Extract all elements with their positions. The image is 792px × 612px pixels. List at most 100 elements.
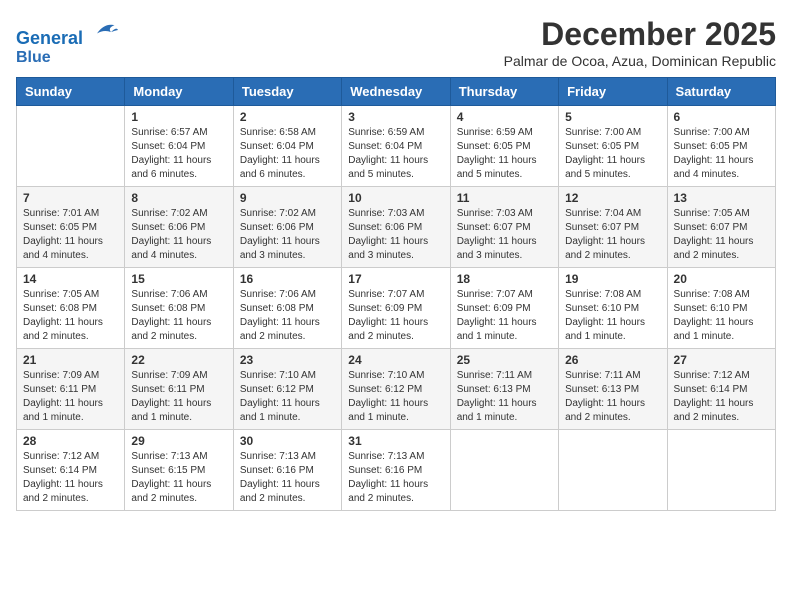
day-info: Sunrise: 7:08 AMSunset: 6:10 PMDaylight:…	[565, 288, 660, 344]
calendar-cell: 24Sunrise: 7:10 AMSunset: 6:12 PMDayligh…	[342, 349, 450, 430]
day-info: Sunrise: 7:11 AMSunset: 6:13 PMDaylight:…	[457, 369, 552, 425]
calendar-header-row: SundayMondayTuesdayWednesdayThursdayFrid…	[17, 78, 776, 106]
day-info: Sunrise: 7:06 AMSunset: 6:08 PMDaylight:…	[240, 288, 335, 344]
calendar-cell: 11 Sunrise: 7:03 AMSunset: 6:07 PMDayligh…	[450, 187, 558, 268]
day-number: 23	[240, 353, 335, 367]
calendar-cell: 25 Sunrise: 7:11 AMSunset: 6:13 PMDayligh…	[450, 349, 558, 430]
day-info: Sunrise: 7:09 AMSunset: 6:11 PMDaylight:…	[23, 369, 118, 425]
day-number: 15	[131, 272, 226, 286]
day-number: 4	[457, 110, 552, 124]
page-header: General Blue December 2025 Palmar de Oco…	[16, 16, 776, 69]
day-header-friday: Friday	[559, 78, 667, 106]
day-header-sunday: Sunday	[17, 78, 125, 106]
day-info: Sunrise: 7:11 AMSunset: 6:13 PMDaylight:…	[565, 369, 660, 425]
day-number: 2	[240, 110, 335, 124]
day-info: Sunrise: 7:00 AMSunset: 6:05 PMDaylight:…	[565, 126, 660, 182]
day-number: 14	[23, 272, 118, 286]
day-info: Sunrise: 7:06 AMSunset: 6:08 PMDaylight:…	[131, 288, 226, 344]
day-number: 1	[131, 110, 226, 124]
day-info: Sunrise: 6:59 AMSunset: 6:04 PMDaylight:…	[348, 126, 443, 182]
calendar-cell: 4 Sunrise: 6:59 AMSunset: 6:05 PMDaylight…	[450, 106, 558, 187]
day-number: 18	[457, 272, 552, 286]
calendar-cell: 30 Sunrise: 7:13 AMSunset: 6:16 PMDayligh…	[233, 430, 341, 511]
day-info: Sunrise: 7:02 AMSunset: 6:06 PMDaylight:…	[240, 207, 335, 263]
day-number: 17	[348, 272, 443, 286]
calendar-week-2: 7Sunrise: 7:01 AMSunset: 6:05 PMDaylight…	[17, 187, 776, 268]
calendar-cell: 28Sunrise: 7:12 AMSunset: 6:14 PMDayligh…	[17, 430, 125, 511]
day-number: 21	[23, 353, 118, 367]
day-number: 31	[348, 434, 443, 448]
day-info: Sunrise: 7:03 AMSunset: 6:06 PMDaylight:…	[348, 207, 443, 263]
day-info: Sunrise: 7:01 AMSunset: 6:05 PMDaylight:…	[23, 207, 118, 263]
logo: General Blue	[16, 16, 118, 66]
day-number: 26	[565, 353, 660, 367]
calendar-cell: 5Sunrise: 7:00 AMSunset: 6:05 PMDaylight…	[559, 106, 667, 187]
calendar-cell: 2 Sunrise: 6:58 AMSunset: 6:04 PMDaylight…	[233, 106, 341, 187]
day-number: 28	[23, 434, 118, 448]
day-info: Sunrise: 6:57 AMSunset: 6:04 PMDaylight:…	[131, 126, 226, 182]
day-number: 13	[674, 191, 769, 205]
calendar-cell: 1 Sunrise: 6:57 AMSunset: 6:04 PMDaylight…	[125, 106, 233, 187]
day-number: 29	[131, 434, 226, 448]
location-title: Palmar de Ocoa, Azua, Dominican Republic	[504, 53, 776, 69]
day-info: Sunrise: 7:04 AMSunset: 6:07 PMDaylight:…	[565, 207, 660, 263]
day-header-saturday: Saturday	[667, 78, 775, 106]
calendar-week-5: 28Sunrise: 7:12 AMSunset: 6:14 PMDayligh…	[17, 430, 776, 511]
day-info: Sunrise: 7:08 AMSunset: 6:10 PMDaylight:…	[674, 288, 769, 344]
day-header-tuesday: Tuesday	[233, 78, 341, 106]
logo-text: General	[16, 16, 118, 49]
calendar-cell: 17Sunrise: 7:07 AMSunset: 6:09 PMDayligh…	[342, 268, 450, 349]
day-number: 25	[457, 353, 552, 367]
calendar-cell: 15 Sunrise: 7:06 AMSunset: 6:08 PMDayligh…	[125, 268, 233, 349]
day-info: Sunrise: 6:59 AMSunset: 6:05 PMDaylight:…	[457, 126, 552, 182]
day-number: 8	[131, 191, 226, 205]
day-header-wednesday: Wednesday	[342, 78, 450, 106]
calendar-cell: 9 Sunrise: 7:02 AMSunset: 6:06 PMDaylight…	[233, 187, 341, 268]
calendar-cell: 8 Sunrise: 7:02 AMSunset: 6:06 PMDaylight…	[125, 187, 233, 268]
day-number: 16	[240, 272, 335, 286]
day-info: Sunrise: 7:00 AMSunset: 6:05 PMDaylight:…	[674, 126, 769, 182]
day-info: Sunrise: 7:05 AMSunset: 6:07 PMDaylight:…	[674, 207, 769, 263]
calendar-table: SundayMondayTuesdayWednesdayThursdayFrid…	[16, 77, 776, 511]
calendar-cell: 12 Sunrise: 7:04 AMSunset: 6:07 PMDayligh…	[559, 187, 667, 268]
day-number: 30	[240, 434, 335, 448]
day-header-monday: Monday	[125, 78, 233, 106]
calendar-cell: 19Sunrise: 7:08 AMSunset: 6:10 PMDayligh…	[559, 268, 667, 349]
calendar-cell: 14 Sunrise: 7:05 AMSunset: 6:08 PMDayligh…	[17, 268, 125, 349]
day-number: 3	[348, 110, 443, 124]
day-info: Sunrise: 7:10 AMSunset: 6:12 PMDaylight:…	[240, 369, 335, 425]
day-info: Sunrise: 7:13 AMSunset: 6:15 PMDaylight:…	[131, 450, 226, 506]
day-info: Sunrise: 7:05 AMSunset: 6:08 PMDaylight:…	[23, 288, 118, 344]
month-title: December 2025	[504, 16, 776, 53]
day-info: Sunrise: 6:58 AMSunset: 6:04 PMDaylight:…	[240, 126, 335, 182]
calendar-cell: 27Sunrise: 7:12 AMSunset: 6:14 PMDayligh…	[667, 349, 775, 430]
day-number: 6	[674, 110, 769, 124]
day-header-thursday: Thursday	[450, 78, 558, 106]
day-number: 9	[240, 191, 335, 205]
calendar-cell: 13 Sunrise: 7:05 AMSunset: 6:07 PMDayligh…	[667, 187, 775, 268]
day-info: Sunrise: 7:13 AMSunset: 6:16 PMDaylight:…	[240, 450, 335, 506]
day-number: 20	[674, 272, 769, 286]
calendar-cell: 26 Sunrise: 7:11 AMSunset: 6:13 PMDayligh…	[559, 349, 667, 430]
calendar-cell	[17, 106, 125, 187]
calendar-week-3: 14 Sunrise: 7:05 AMSunset: 6:08 PMDayligh…	[17, 268, 776, 349]
day-number: 12	[565, 191, 660, 205]
calendar-cell	[667, 430, 775, 511]
calendar-cell: 18Sunrise: 7:07 AMSunset: 6:09 PMDayligh…	[450, 268, 558, 349]
calendar-cell: 20 Sunrise: 7:08 AMSunset: 6:10 PMDayligh…	[667, 268, 775, 349]
calendar-cell: 29 Sunrise: 7:13 AMSunset: 6:15 PMDayligh…	[125, 430, 233, 511]
day-number: 22	[131, 353, 226, 367]
day-info: Sunrise: 7:09 AMSunset: 6:11 PMDaylight:…	[131, 369, 226, 425]
calendar-cell: 31Sunrise: 7:13 AMSunset: 6:16 PMDayligh…	[342, 430, 450, 511]
day-number: 11	[457, 191, 552, 205]
calendar-cell	[559, 430, 667, 511]
logo-text2: Blue	[16, 49, 118, 67]
calendar-cell: 7Sunrise: 7:01 AMSunset: 6:05 PMDaylight…	[17, 187, 125, 268]
day-info: Sunrise: 7:02 AMSunset: 6:06 PMDaylight:…	[131, 207, 226, 263]
calendar-cell: 6 Sunrise: 7:00 AMSunset: 6:05 PMDaylight…	[667, 106, 775, 187]
calendar-cell: 23 Sunrise: 7:10 AMSunset: 6:12 PMDayligh…	[233, 349, 341, 430]
calendar-week-4: 21 Sunrise: 7:09 AMSunset: 6:11 PMDayligh…	[17, 349, 776, 430]
day-info: Sunrise: 7:03 AMSunset: 6:07 PMDaylight:…	[457, 207, 552, 263]
calendar-cell: 10 Sunrise: 7:03 AMSunset: 6:06 PMDayligh…	[342, 187, 450, 268]
day-number: 10	[348, 191, 443, 205]
